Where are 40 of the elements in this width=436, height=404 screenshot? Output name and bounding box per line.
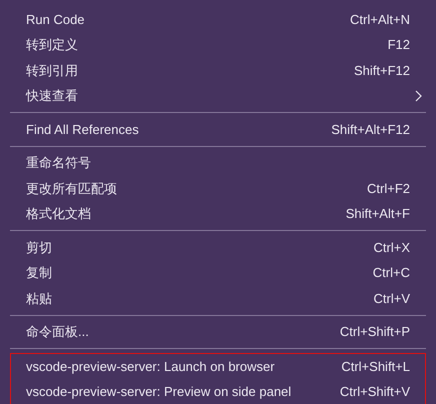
menu-item[interactable]: 更改所有匹配项 Ctrl+F2 [0,176,436,201]
menu-item[interactable]: 格式化文档 Shift+Alt+F [0,201,436,226]
menu-item[interactable]: Run Code Ctrl+Alt+N [0,6,436,32]
menu-item[interactable]: 剪切 Ctrl+X [0,234,436,260]
shortcut-text: Ctrl+Shift+P [340,323,410,341]
shortcut-text: Ctrl+Shift+V [340,383,410,401]
menu-item-label: Run Code [26,10,85,28]
menu-item[interactable]: 快速查看 [0,83,436,108]
menu-item-label: 格式化文档 [26,205,91,223]
shortcut-text: Shift+Alt+F12 [331,120,410,138]
menu-item-label: 转到引用 [26,62,78,80]
menu-item-label: 剪切 [26,238,52,256]
shortcut-text: Shift+Alt+F [346,205,410,223]
menu-item-label: 命令面板... [26,323,89,341]
menu-item[interactable]: 粘贴 Ctrl+V [0,286,436,311]
shortcut-text: Ctrl+X [374,238,410,256]
menu-item[interactable]: 重命名符号 [0,150,436,176]
shortcut-text: Ctrl+V [374,290,410,308]
menu-item[interactable]: 命令面板... Ctrl+Shift+P [0,319,436,344]
menu-item-label: 转到定义 [26,36,78,54]
shortcut-text: Ctrl+Shift+L [341,358,410,376]
menu-item[interactable]: Find All References Shift+Alt+F12 [0,116,436,142]
menu-item-label: vscode-preview-server: Preview on side panel [26,383,292,401]
shortcut-text: Ctrl+C [372,264,410,282]
menu-item-label: 快速查看 [26,87,78,105]
menu-item-label: 粘贴 [26,290,52,308]
menu-item[interactable]: vscode-preview-server: Preview on side panel Ctrl+Shift+V [11,379,425,404]
menu-item[interactable]: 复制 Ctrl+C [0,260,436,286]
shortcut-text: Shift+F12 [354,62,410,80]
menu-item-label: vscode-preview-server: Launch on browser [26,358,275,376]
shortcut-text: Ctrl+F2 [367,180,410,198]
menu-item[interactable]: 转到引用 Shift+F12 [0,58,436,83]
menu-item[interactable]: 转到定义 F12 [0,32,436,58]
shortcut-text: F12 [388,36,410,54]
menu-item-label: 重命名符号 [26,154,91,172]
menu-item-label: Find All References [26,120,139,138]
menu-item-label: 复制 [26,264,52,282]
menu-item-label: 更改所有匹配项 [26,180,117,198]
menu-item[interactable]: vscode-preview-server: Launch on browser Ctrl+Shift+L [11,354,425,379]
shortcut-text: Ctrl+Alt+N [350,10,410,28]
